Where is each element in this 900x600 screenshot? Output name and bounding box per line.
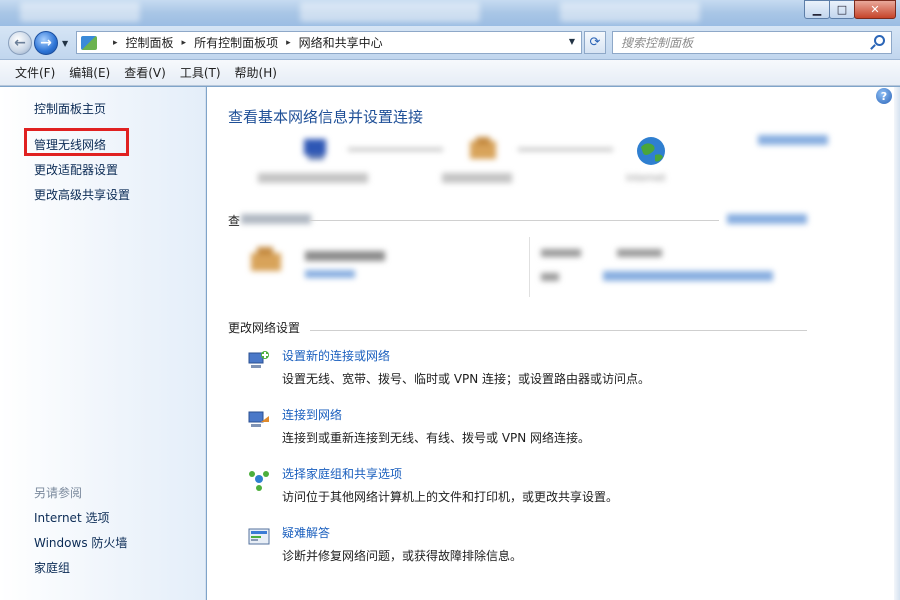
network-icon <box>466 135 502 165</box>
recent-pages-dropdown-icon[interactable]: ▼ <box>62 39 68 48</box>
breadcrumb-separator[interactable]: ▸ <box>182 38 187 48</box>
blurred-background <box>300 2 480 22</box>
map-connector <box>518 148 613 151</box>
troubleshoot-link[interactable]: 疑难解答 <box>282 524 330 541</box>
menu-help[interactable]: 帮助(H) <box>228 64 284 81</box>
address-dropdown-icon[interactable]: ▼ <box>569 37 575 46</box>
window-right-edge <box>894 87 900 600</box>
active-network-details <box>247 237 807 307</box>
connections-label <box>541 273 559 281</box>
breadcrumb-item[interactable]: 所有控制面板项 <box>194 34 278 51</box>
task-connect-network: 连接到网络 连接到或重新连接到无线、有线、拨号或 VPN 网络连接。 <box>247 406 807 456</box>
task-description: 访问位于其他网络计算机上的文件和打印机，或更改共享设置。 <box>282 490 619 504</box>
search-input[interactable]: 搜索控制面板 <box>612 31 892 54</box>
help-icon[interactable]: ? <box>876 88 892 104</box>
homegroup-link[interactable]: 家庭组 <box>34 559 70 576</box>
title-bar: ▁ □ ✕ <box>0 0 900 26</box>
maximize-button[interactable]: □ <box>829 0 855 19</box>
menu-view[interactable]: 查看(V) <box>117 64 173 81</box>
windows-firewall-link[interactable]: Windows 防火墙 <box>34 534 127 551</box>
internet-globe-icon <box>633 135 669 165</box>
task-homegroup: 选择家庭组和共享选项 访问位于其他网络计算机上的文件和打印机，或更改共享设置。 <box>247 465 807 515</box>
internet-label: Internet <box>626 173 666 184</box>
network-setup-icon <box>248 351 269 368</box>
close-button[interactable]: ✕ <box>854 0 896 19</box>
menu-tools[interactable]: 工具(T) <box>173 64 228 81</box>
network-label <box>442 173 512 183</box>
homegroup-icon <box>249 471 269 491</box>
task-setup-connection: 设置新的连接或网络 设置无线、宽带、拨号、临时或 VPN 连接；或设置路由器或访… <box>247 347 807 397</box>
change-advanced-sharing-link[interactable]: 更改高级共享设置 <box>34 186 130 203</box>
computer-label <box>258 173 368 183</box>
internet-label-text: Internet <box>626 173 666 184</box>
manage-wireless-networks-link[interactable]: 管理无线网络 <box>34 136 106 153</box>
divider <box>310 330 807 331</box>
menu-file[interactable]: 文件(F) <box>8 64 62 81</box>
task-troubleshoot: 疑难解答 诊断并修复网络问题，或获得故障排除信息。 <box>247 524 807 574</box>
change-adapter-settings-link[interactable]: 更改适配器设置 <box>34 161 118 178</box>
divider <box>309 220 719 221</box>
map-connector <box>348 148 443 151</box>
task-description: 设置无线、宽带、拨号、临时或 VPN 连接；或设置路由器或访问点。 <box>282 372 651 386</box>
breadcrumb-item[interactable]: 网络和共享中心 <box>299 34 383 51</box>
see-also-title: 另请参阅 <box>34 486 83 500</box>
divider <box>529 237 530 297</box>
address-toolbar: ← → ▼ ▸ 控制面板 ▸ 所有控制面板项 ▸ 网络和共享中心 ▼ ⟳ 搜索控… <box>0 26 900 60</box>
homegroup-sharing-link[interactable]: 选择家庭组和共享选项 <box>282 465 402 482</box>
blurred-background <box>560 2 700 22</box>
connect-network-link[interactable]: 连接到网络 <box>282 406 342 423</box>
access-type-value <box>617 249 662 257</box>
connect-disconnect-link[interactable] <box>727 214 807 224</box>
breadcrumb-item[interactable]: 控制面板 <box>126 34 174 51</box>
network-name <box>305 251 385 261</box>
blurred-background <box>20 2 140 22</box>
control-panel-home-link[interactable]: 控制面板主页 <box>34 100 106 117</box>
computer-icon <box>298 135 334 165</box>
setup-connection-link[interactable]: 设置新的连接或网络 <box>282 347 390 364</box>
active-networks-header: 查 <box>228 214 241 228</box>
troubleshoot-icon <box>248 528 270 545</box>
minimize-button[interactable]: ▁ <box>804 0 830 19</box>
task-pane: 控制面板主页 管理无线网络 更改适配器设置 更改高级共享设置 另请参阅 Inte… <box>0 87 206 600</box>
blurred-header-text <box>241 214 311 224</box>
network-icon <box>251 247 281 271</box>
menu-bar: 文件(F) 编辑(E) 查看(V) 工具(T) 帮助(H) <box>0 60 900 86</box>
address-bar[interactable]: ▸ 控制面板 ▸ 所有控制面板项 ▸ 网络和共享中心 ▼ <box>76 31 582 54</box>
task-description: 诊断并修复网络问题，或获得故障排除信息。 <box>282 549 523 563</box>
breadcrumb-separator[interactable]: ▸ <box>286 38 291 48</box>
search-placeholder: 搜索控制面板 <box>621 36 694 50</box>
refresh-button[interactable]: ⟳ <box>584 31 606 54</box>
task-description: 连接到或重新连接到无线、有线、拨号或 VPN 网络连接。 <box>282 431 591 445</box>
network-map: Internet <box>228 127 828 197</box>
forward-button[interactable]: → <box>34 31 58 55</box>
menu-edit[interactable]: 编辑(E) <box>62 64 117 81</box>
back-button[interactable]: ← <box>8 31 32 55</box>
page-title: 查看基本网络信息并设置连接 <box>228 108 424 126</box>
search-icon[interactable] <box>874 35 885 46</box>
main-content: ? 查看基本网络信息并设置连接 Internet 查 更改网络设置 设置新的连接… <box>207 87 900 600</box>
control-panel-icon <box>81 35 97 50</box>
connection-link[interactable] <box>603 271 773 281</box>
internet-options-link[interactable]: Internet 选项 <box>34 509 109 526</box>
window-controls: ▁ □ ✕ <box>804 0 896 19</box>
connect-network-icon <box>248 411 269 427</box>
view-full-map-link[interactable] <box>758 135 828 145</box>
network-type-link[interactable] <box>305 270 355 278</box>
change-settings-header: 更改网络设置 <box>228 321 301 335</box>
access-type-label <box>541 249 581 257</box>
breadcrumb-separator[interactable]: ▸ <box>113 38 118 48</box>
